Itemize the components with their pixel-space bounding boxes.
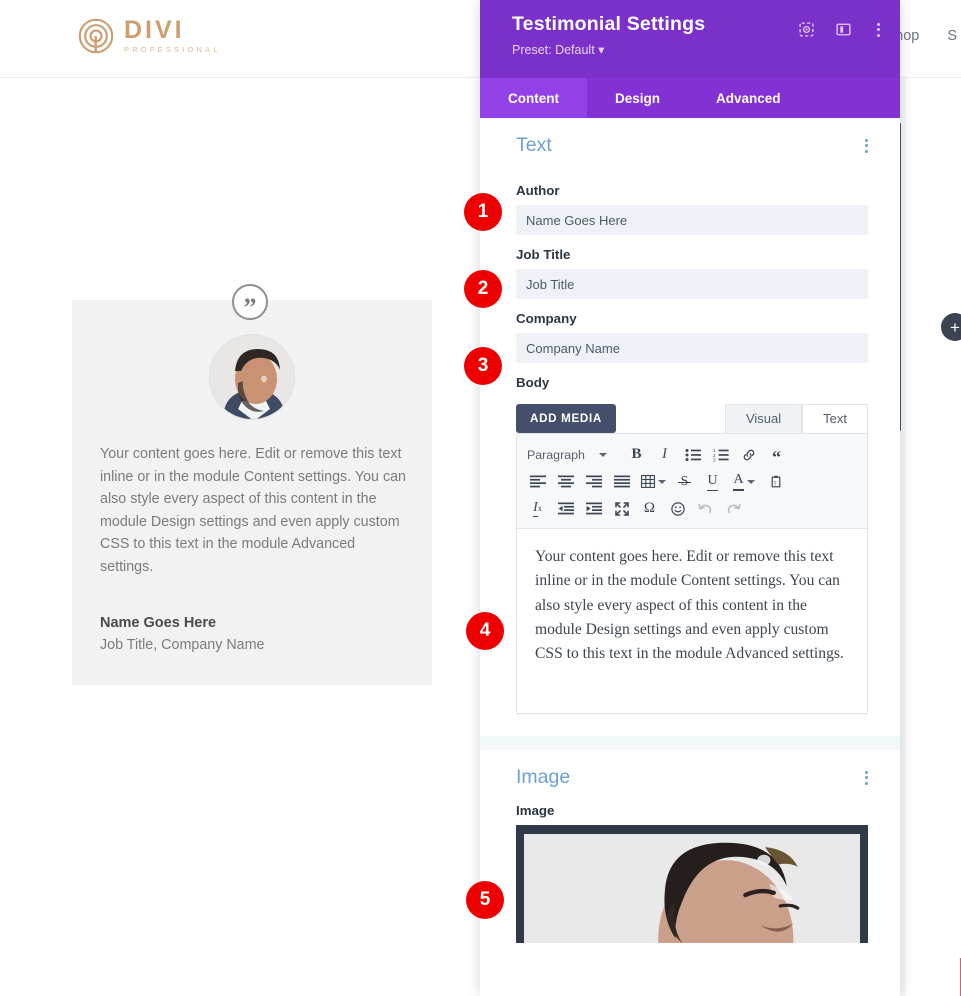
chevron-down-icon bbox=[598, 452, 607, 457]
tab-content[interactable]: Content bbox=[480, 78, 587, 118]
avatar-photo bbox=[210, 335, 294, 419]
modal-body: Text Author Job Title Company Body ADD M… bbox=[480, 118, 900, 958]
editor-tab-text[interactable]: Text bbox=[802, 404, 868, 433]
callout-badge-2-number: 2 bbox=[477, 278, 489, 299]
modal-preset-label: Preset: Default bbox=[512, 43, 595, 57]
strikethrough-icon[interactable]: S bbox=[672, 470, 697, 494]
job-title-label: Job Title bbox=[516, 247, 571, 262]
align-justify-icon[interactable] bbox=[609, 470, 634, 494]
editor-tab-visual[interactable]: Visual bbox=[724, 404, 803, 433]
callout-badge-2: 2 bbox=[464, 270, 502, 308]
callout-badge-5-number: 5 bbox=[479, 889, 491, 910]
layout-panel-icon[interactable] bbox=[836, 22, 851, 37]
redo-icon[interactable] bbox=[721, 497, 746, 521]
testimonial-body-text: Your content goes here. Edit or remove t… bbox=[100, 446, 407, 575]
logo-title: DIVI bbox=[124, 16, 185, 45]
special-character-icon[interactable]: Ω bbox=[637, 497, 662, 521]
align-left-icon[interactable] bbox=[525, 470, 550, 494]
align-right-icon[interactable] bbox=[581, 470, 606, 494]
job-title-input[interactable] bbox=[516, 269, 868, 299]
numbered-list-icon[interactable]: 123 bbox=[708, 443, 733, 467]
modal-preset-selector[interactable]: Preset: Default ▾ bbox=[512, 42, 882, 57]
format-select[interactable]: Paragraph bbox=[525, 448, 621, 462]
indent-icon[interactable] bbox=[581, 497, 606, 521]
bold-icon[interactable]: B bbox=[624, 443, 649, 467]
table-icon[interactable] bbox=[637, 470, 669, 494]
editor-toolbar-top: ADD MEDIA Visual Text bbox=[516, 397, 868, 433]
logo-subtitle: PROFESSIONAL bbox=[124, 45, 221, 55]
author-label: Author bbox=[516, 183, 560, 198]
image-section-kebab-icon[interactable] bbox=[865, 770, 868, 785]
align-center-icon[interactable] bbox=[553, 470, 578, 494]
italic-icon[interactable]: I bbox=[652, 443, 677, 467]
callout-badge-4: 4 bbox=[466, 612, 504, 650]
image-section-title: Image bbox=[516, 766, 571, 788]
text-section-kebab-icon[interactable] bbox=[865, 138, 868, 153]
nav-item-next[interactable]: S bbox=[947, 28, 957, 44]
body-label: Body bbox=[516, 375, 550, 390]
quote-mark-icon: ” bbox=[232, 284, 268, 320]
image-thumbnail bbox=[524, 834, 860, 943]
image-thumbnail-photo bbox=[524, 834, 860, 943]
underline-icon[interactable]: U bbox=[700, 470, 725, 494]
svg-text:T: T bbox=[773, 481, 776, 487]
tab-design[interactable]: Design bbox=[587, 78, 688, 118]
avatar bbox=[209, 334, 295, 420]
toolbar-row-2: S U A T bbox=[525, 468, 859, 495]
toolbar-row-3: Ix Ω bbox=[525, 495, 859, 522]
text-section: Text Author Job Title Company Body ADD M… bbox=[480, 118, 900, 736]
kebab-menu-icon[interactable] bbox=[873, 22, 884, 37]
callout-badge-1-number: 1 bbox=[477, 201, 489, 222]
fullscreen-icon[interactable] bbox=[609, 497, 634, 521]
callout-badge-5: 5 bbox=[466, 881, 504, 919]
body-rich-text-editor[interactable]: Your content goes here. Edit or remove t… bbox=[516, 529, 868, 714]
author-input[interactable] bbox=[516, 205, 868, 235]
image-field-label: Image bbox=[516, 803, 555, 818]
modal-header-actions bbox=[799, 22, 884, 37]
add-media-button[interactable]: ADD MEDIA bbox=[516, 404, 616, 433]
divi-logo-mark bbox=[78, 18, 114, 54]
callout-badge-3: 3 bbox=[464, 347, 502, 385]
emoji-icon[interactable] bbox=[665, 497, 690, 521]
modal-header: Testimonial Settings Preset: Default ▾ bbox=[480, 0, 900, 78]
image-section: Image Image bbox=[480, 750, 900, 958]
blockquote-icon[interactable]: “ bbox=[764, 443, 789, 467]
text-color-icon[interactable]: A bbox=[728, 470, 760, 494]
image-section-header: Image bbox=[516, 750, 868, 803]
chevron-down-icon bbox=[746, 479, 755, 484]
clear-formatting-icon[interactable]: Ix bbox=[525, 497, 550, 521]
paste-as-text-icon[interactable]: T bbox=[763, 470, 788, 494]
toolbar-row-1: Paragraph B I 123 “ bbox=[525, 441, 859, 468]
link-icon[interactable] bbox=[736, 443, 761, 467]
image-upload-preview[interactable] bbox=[516, 825, 868, 943]
callout-badge-3-number: 3 bbox=[477, 355, 489, 376]
text-section-title: Text bbox=[516, 134, 552, 156]
section-divider bbox=[480, 736, 900, 750]
company-input[interactable] bbox=[516, 333, 868, 363]
testimonial-settings-modal: Testimonial Settings Preset: Default ▾ C… bbox=[480, 0, 961, 996]
callout-badge-1: 1 bbox=[464, 193, 502, 231]
editor-mode-tabs: Visual Text bbox=[724, 404, 868, 433]
chevron-down-icon bbox=[657, 479, 666, 484]
undo-icon[interactable] bbox=[693, 497, 718, 521]
add-section-button[interactable]: + bbox=[941, 313, 961, 341]
text-section-header: Text bbox=[516, 118, 868, 171]
screen: DIVI PROFESSIONAL Shop S ” Your content … bbox=[0, 0, 961, 996]
svg-text:3: 3 bbox=[713, 457, 716, 462]
testimonial-author-name: Name Goes Here bbox=[100, 615, 217, 631]
plus-icon: + bbox=[950, 317, 960, 337]
testimonial-author-meta: Job Title, Company Name bbox=[100, 637, 265, 653]
company-label: Company bbox=[516, 311, 577, 326]
bulleted-list-icon[interactable] bbox=[680, 443, 705, 467]
tab-advanced[interactable]: Advanced bbox=[688, 78, 809, 118]
chevron-down-icon: ▾ bbox=[598, 43, 605, 57]
callout-badge-4-number: 4 bbox=[479, 620, 491, 641]
format-select-label: Paragraph bbox=[527, 447, 585, 462]
target-icon[interactable] bbox=[799, 22, 814, 37]
outdent-icon[interactable] bbox=[553, 497, 578, 521]
divi-logo[interactable]: DIVI PROFESSIONAL bbox=[78, 18, 221, 54]
rich-text-toolbar: Paragraph B I 123 “ U A T I x Ω bbox=[516, 433, 868, 529]
modal-tabs: Content Design Advanced bbox=[480, 78, 900, 118]
